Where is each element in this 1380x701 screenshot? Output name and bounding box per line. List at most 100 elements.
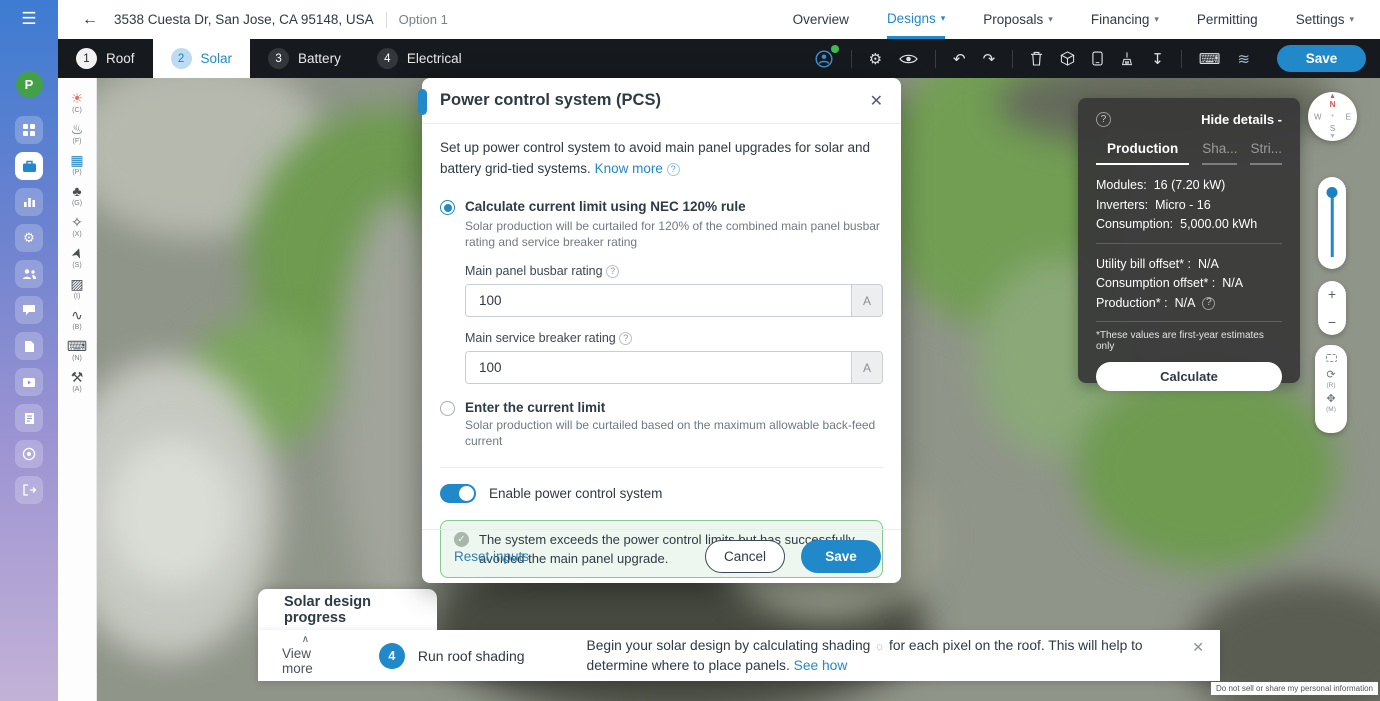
breaker-rating-input[interactable] [466,352,851,383]
step-battery[interactable]: 3Battery [250,39,359,78]
panel-help-icon[interactable]: ? [1096,112,1111,127]
tool-obstructions[interactable]: ♣(G) [58,183,96,207]
nav-overview[interactable]: Overview [793,0,849,39]
rail-item-settings[interactable]: ⚙ [15,224,43,252]
delete-trash-icon[interactable] [1030,51,1043,66]
zoom-in-button[interactable]: + [1328,287,1336,301]
rotate-view-icon[interactable]: ⟳ [1326,370,1335,381]
nec-rule-label: Calculate current limit using NEC 120% r… [465,199,883,214]
radio-selected-icon[interactable] [440,200,455,215]
zoom-out-button[interactable]: − [1328,315,1336,329]
rail-item-notes[interactable] [15,404,43,432]
nav-designs[interactable]: Designs▾ [887,0,945,39]
rail-item-team[interactable] [15,260,43,288]
tool-attachments[interactable]: ⚒(A) [58,369,96,393]
tool-irradiance[interactable]: ☀(C) [58,90,96,114]
tool-imagery[interactable]: ▨(I) [58,276,96,300]
redo-icon[interactable]: ↷ [983,50,996,68]
nav-financing[interactable]: Financing▾ [1091,0,1159,39]
rail-item-analytics[interactable] [15,188,43,216]
fit-to-screen-icon[interactable] [1326,354,1337,362]
image-icon: ▨ [70,276,83,292]
rail-item-projects[interactable] [15,152,43,180]
production-help-icon[interactable]: ? [1202,297,1215,310]
rail-item-documents[interactable] [15,332,43,360]
view-more-button[interactable]: ∧ View more [282,635,329,676]
stream-layers-icon[interactable]: ≋ [1237,50,1250,68]
hide-details-toggle[interactable]: Hide details - [1201,112,1282,127]
gear-icon: ⚙ [23,230,35,246]
map-trees [1077,368,1337,568]
help-question-icon[interactable]: ? [606,265,619,278]
busbar-rating-input[interactable] [466,285,851,316]
step-roof[interactable]: 1Roof [58,39,153,78]
tab-shading[interactable]: Sha... [1202,141,1237,165]
rail-item-dashboard[interactable] [15,116,43,144]
step-electrical[interactable]: 4Electrical [359,39,480,78]
visibility-eye-icon[interactable] [899,53,918,65]
consumption-offset-row: Consumption offset* :N/A [1096,274,1282,294]
rail-item-tutorials[interactable] [15,368,43,396]
step-solar[interactable]: 2Solar [153,39,251,78]
cleanup-brush-icon[interactable] [1120,51,1134,66]
privacy-link[interactable]: Do not sell or share my personal informa… [1211,682,1378,695]
nav-settings[interactable]: Settings▾ [1296,0,1354,39]
cancel-button[interactable]: Cancel [705,540,785,573]
banner-close-icon[interactable]: ✕ [1192,639,1204,656]
nav-permitting[interactable]: Permitting [1197,0,1258,39]
tool-panels[interactable]: ▦(P) [58,152,96,176]
reset-inputs-link[interactable]: Reset inputs [454,549,529,564]
consumption-row: Consumption:5,000.00 kWh [1096,215,1282,235]
move-pan-icon[interactable]: ✥ [1326,394,1335,405]
modal-description: Set up power control system to avoid mai… [440,137,883,179]
undo-icon[interactable]: ↶ [953,50,966,68]
rail-item-logout[interactable] [15,476,43,504]
radio-unselected-icon[interactable] [440,401,455,416]
tool-autofill[interactable]: ✧(X) [58,214,96,238]
modal-save-button[interactable]: Save [801,540,881,573]
keyboard-shortcuts-icon[interactable]: ⌨ [1199,50,1221,68]
utility-offset-row: Utility bill offset* :N/A [1096,255,1282,275]
enable-pcs-toggle[interactable] [440,484,476,503]
amps-unit-label: A [851,352,882,383]
help-question-icon[interactable]: ? [619,332,632,345]
progress-step-badge: 4 [379,643,405,669]
calculate-button[interactable]: Calculate [1096,362,1282,391]
help-question-icon[interactable]: ? [667,163,680,176]
back-arrow-icon[interactable]: ← [82,11,98,29]
zoom-slider[interactable] [1318,177,1346,269]
design-assistant-icon[interactable] [814,49,834,69]
3d-view-cube-icon[interactable] [1060,51,1075,66]
settings-gear-icon[interactable]: ⚙ [869,50,882,68]
divider [440,467,883,468]
manual-limit-option[interactable]: Enter the current limit Solar production… [440,400,883,449]
export-download-icon[interactable]: ↧ [1151,50,1164,68]
top-header: ← 3538 Cuesta Dr, San Jose, CA 95148, US… [58,0,1380,39]
rail-item-messages[interactable] [15,296,43,324]
save-design-button[interactable]: Save [1277,45,1366,72]
design-option-label[interactable]: Option 1 [399,12,448,27]
modal-close-icon[interactable]: ✕ [870,91,883,111]
slider-knob[interactable] [1327,187,1338,198]
nav-proposals[interactable]: Proposals▾ [983,0,1053,39]
tool-select[interactable]: ➤(S) [58,245,96,269]
tool-wiring[interactable]: ∿(B) [58,307,96,331]
move-shortcut-label: (M) [1326,406,1336,413]
know-more-link[interactable]: Know more [595,161,663,176]
tool-keypad[interactable]: ⌨(N) [58,338,96,362]
compass-control[interactable]: ▲ N W • E S ▼ [1308,92,1357,141]
document-icon [24,340,35,353]
logout-icon [23,484,36,496]
mobile-device-icon[interactable] [1092,51,1103,66]
tab-production[interactable]: Production [1096,141,1189,165]
see-how-link[interactable]: See how [794,658,848,673]
avatar[interactable]: P [16,71,43,98]
file-icon [24,412,35,425]
solar-progress-tab[interactable]: Solar design progress [258,589,437,631]
menu-hamburger-icon[interactable]: ☰ [21,9,36,29]
rail-item-help[interactable] [15,440,43,468]
tab-stringing[interactable]: Stri... [1250,141,1282,165]
tool-fire-setbacks[interactable]: ♨(F) [58,121,96,145]
nec-rule-option[interactable]: Calculate current limit using NEC 120% r… [440,199,883,250]
divider [1181,50,1182,68]
